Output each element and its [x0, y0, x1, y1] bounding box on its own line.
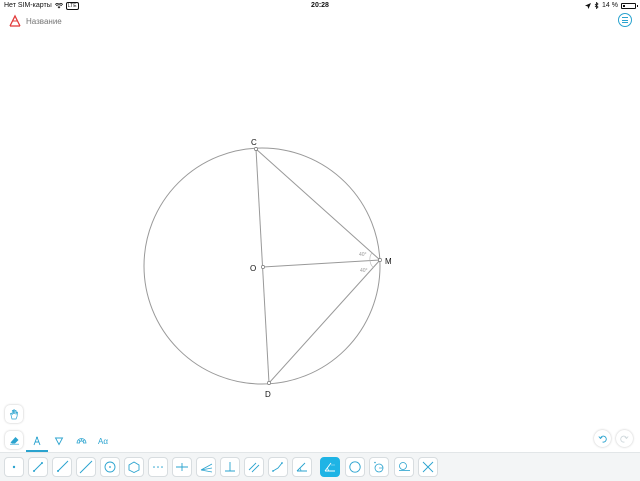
app-logo-icon[interactable] [8, 14, 22, 28]
mode-tabs: Aα [26, 432, 110, 452]
menu-line-icon [622, 22, 628, 23]
point-icon [12, 465, 16, 469]
angle-label-omd: 40° [360, 268, 368, 274]
point-o[interactable] [261, 265, 265, 269]
angle-label-cmo: 40° [359, 252, 367, 258]
geometry-figure[interactable]: 40° 40° C O M D [0, 31, 640, 401]
menu-line-icon [622, 17, 628, 18]
point-label-m: M [385, 257, 392, 266]
point-m[interactable] [378, 258, 382, 262]
status-right: 14 % [585, 0, 638, 11]
battery-fill [623, 4, 625, 7]
menu-button[interactable] [618, 13, 632, 27]
eraser-icon [9, 437, 19, 445]
point-label-o: O [250, 264, 256, 273]
hand-icon [10, 408, 18, 419]
polygon-icon [128, 461, 140, 474]
tab-style[interactable] [74, 434, 88, 448]
tab-measure[interactable] [52, 434, 66, 448]
redo-button[interactable] [616, 430, 633, 447]
dotted-points-icon [153, 466, 163, 468]
point-label-c: C [251, 138, 257, 147]
drawing-canvas[interactable]: 40° 40° C O M D [0, 31, 640, 401]
line-icon [79, 460, 93, 474]
tab-construction[interactable] [26, 434, 48, 452]
point-d[interactable] [267, 381, 271, 385]
tool-angle-bisector[interactable] [196, 457, 216, 477]
tool-perpendicular[interactable] [220, 457, 240, 477]
tool-tangent[interactable] [394, 457, 414, 477]
ray-icon [57, 460, 69, 472]
tool-midpoint[interactable] [172, 457, 192, 477]
intersection-icon [422, 461, 434, 473]
undo-icon [598, 435, 607, 442]
compass-tab-icon [33, 436, 41, 446]
point-label-d: D [265, 390, 271, 399]
eraser-button[interactable] [5, 431, 23, 449]
segment-icon [33, 462, 43, 472]
header-bar [0, 11, 640, 31]
status-time: 20:28 [311, 2, 329, 9]
tool-circle[interactable] [345, 457, 365, 477]
tool-intersection[interactable] [418, 457, 438, 477]
tool-ray[interactable] [52, 457, 72, 477]
segment-cm[interactable] [255, 148, 381, 261]
point-c[interactable] [254, 147, 258, 151]
tool-point[interactable] [4, 457, 24, 477]
redo-icon [620, 435, 629, 442]
status-bar: Нет SIM-карты LTE 20:28 14 % [0, 0, 640, 11]
battery-percent: 14 % [602, 2, 618, 9]
tangent-icon [399, 462, 410, 471]
circle-icon [349, 461, 361, 473]
parallel-icon [248, 462, 260, 473]
tool-bar [0, 452, 640, 481]
tool-compass[interactable] [369, 457, 389, 477]
compass-icon [374, 461, 384, 473]
title-input[interactable] [26, 14, 186, 28]
tool-broken-line[interactable] [268, 457, 288, 477]
tool-circle-center[interactable] [100, 457, 120, 477]
angle-icon [296, 462, 307, 472]
perpendicular-icon [225, 462, 235, 472]
undo-button[interactable] [594, 430, 611, 447]
circle-center-icon [104, 461, 116, 473]
battery-icon [621, 2, 638, 9]
tool-segment[interactable] [28, 457, 48, 477]
angle-arc-cmo [369, 252, 373, 261]
bluetooth-icon [594, 2, 599, 9]
measure-angle-icon [324, 462, 335, 472]
angle-arc-omd [369, 260, 374, 268]
angle-bisector-icon [200, 463, 213, 473]
location-icon [585, 2, 592, 9]
segment-dm[interactable] [268, 259, 381, 384]
midpoint-icon [176, 463, 188, 471]
tool-angle[interactable] [292, 457, 312, 477]
tool-line[interactable] [76, 457, 96, 477]
tool-measure-angle[interactable] [320, 457, 340, 477]
hand-tool-button[interactable] [5, 405, 23, 423]
palette-icon [76, 438, 86, 444]
tool-polygon[interactable] [124, 457, 144, 477]
triangle-down-icon [54, 437, 64, 446]
tab-text[interactable]: Aα [96, 434, 110, 448]
tool-parallel[interactable] [244, 457, 264, 477]
tool-points[interactable] [148, 457, 168, 477]
broken-line-icon [272, 462, 283, 472]
menu-line-icon [622, 19, 628, 21]
segment-om[interactable] [262, 259, 381, 268]
